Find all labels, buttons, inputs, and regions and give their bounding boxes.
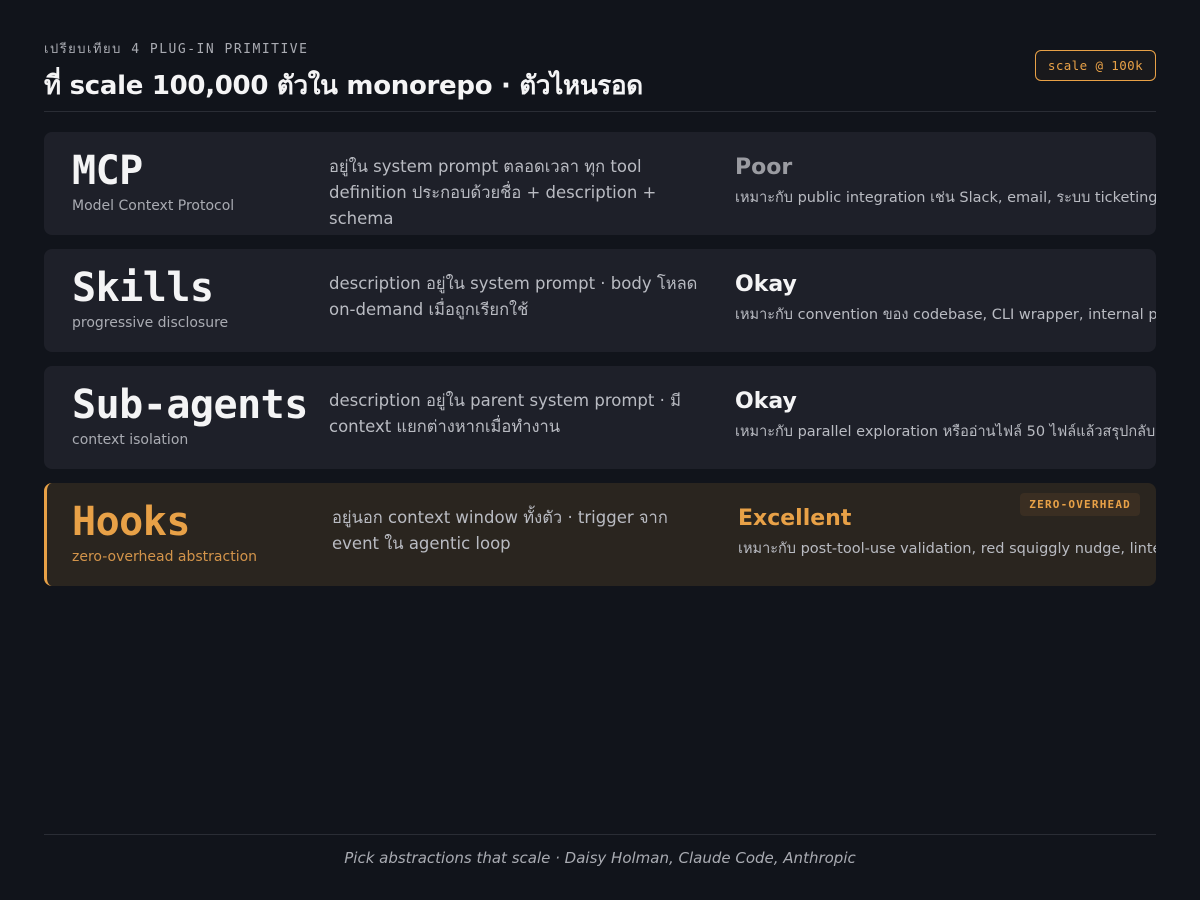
primitive-name: Skills [72,265,214,311]
primitive-description: อยู่นอก context window ทั้งตัว · trigger… [332,508,668,553]
fit-note: เหมาะกับ post-tool-use validation, red s… [738,541,1156,557]
primitive-subtitle: Model Context Protocol [72,198,235,214]
primitive-description: description อยู่ใน system prompt · body … [329,274,698,319]
slide: เปรียบเทียบ 4 PLUG-IN PRIMITIVE ที่ scal… [0,0,1200,900]
verdict-block: Okay เหมาะกับ convention ของ codebase, C… [735,271,1156,326]
zero-overhead-badge: ZERO-OVERHEAD [1020,493,1140,516]
verdict-block: Okay เหมาะกับ parallel exploration หรืออ… [735,388,1156,443]
primitive-subtitle: context isolation [72,432,189,448]
primitive-list: MCP Model Context Protocol อยู่ใน system… [44,132,1156,586]
eyebrow: เปรียบเทียบ 4 PLUG-IN PRIMITIVE [44,42,309,57]
verdict-label: Poor [735,155,793,180]
header: เปรียบเทียบ 4 PLUG-IN PRIMITIVE ที่ scal… [44,38,1156,112]
primitive-name-block: Hooks zero-overhead abstraction [72,498,322,565]
primitive-description: description อยู่ใน parent system prompt … [329,391,681,436]
primitive-name: MCP [72,148,143,194]
row-hooks: Hooks zero-overhead abstraction อยู่นอก … [44,483,1156,586]
verdict-label: Okay [735,272,797,297]
verdict-label: Okay [735,389,797,414]
page-title: ที่ scale 100,000 ตัวใน monorepo · ตัวไห… [44,71,643,101]
row-sub-agents: Sub-agents context isolation description… [44,366,1156,469]
row-mcp: MCP Model Context Protocol อยู่ใน system… [44,132,1156,235]
primitive-subtitle: progressive disclosure [72,315,229,331]
verdict-block: Poor เหมาะกับ public integration เช่น Sl… [735,154,1156,209]
fit-note: เหมาะกับ parallel exploration หรืออ่านไฟ… [735,424,1156,440]
primitive-name: Hooks [72,499,190,545]
row-skills: Skills progressive disclosure descriptio… [44,249,1156,352]
primitive-name: Sub-agents [72,382,308,428]
primitive-name-block: Skills progressive disclosure [72,264,322,331]
fit-note: เหมาะกับ convention ของ codebase, CLI wr… [735,307,1156,323]
scale-badge: scale @ 100k [1034,50,1156,81]
fit-note: เหมาะกับ public integration เช่น Slack, … [735,190,1156,206]
primitive-name-block: Sub-agents context isolation [72,381,322,448]
footer-caption: Pick abstractions that scale · Daisy Hol… [44,834,1156,867]
primitive-subtitle: zero-overhead abstraction [72,549,258,565]
primitive-name-block: MCP Model Context Protocol [72,147,322,214]
primitive-description: อยู่ใน system prompt ตลอดเวลา ทุก tool d… [329,157,657,228]
